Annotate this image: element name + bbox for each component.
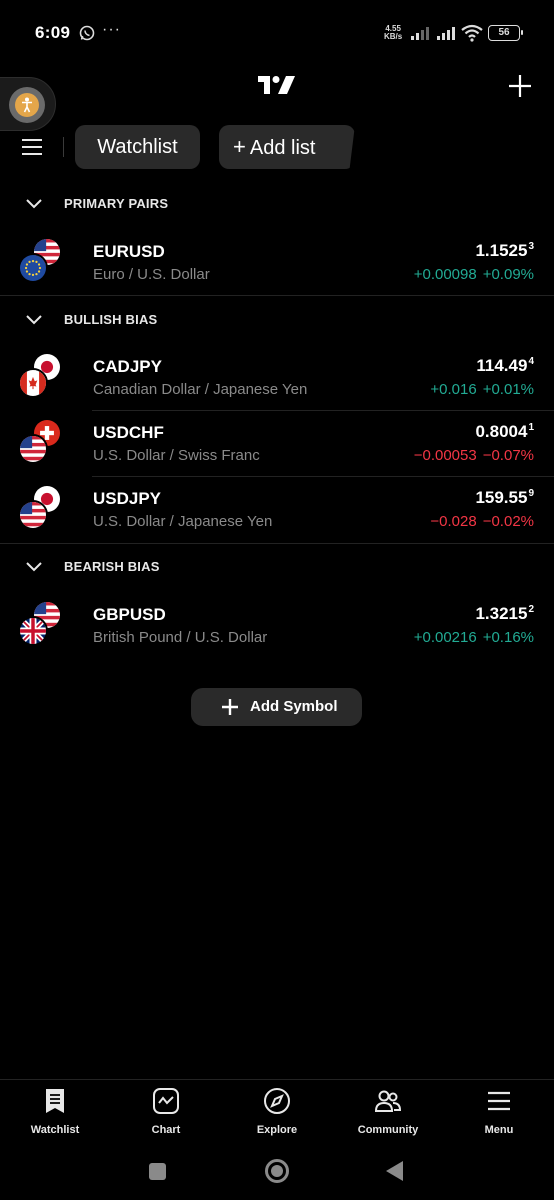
home-icon[interactable] xyxy=(265,1159,289,1183)
symbol-change: −0.00053 −0.07% xyxy=(413,447,534,464)
symbol-row-usdjpy[interactable]: USDJPY U.S. Dollar / Japanese Yen 159.55… xyxy=(0,480,554,546)
symbol-description: British Pound / U.S. Dollar xyxy=(93,629,268,646)
notification-dots: ··· xyxy=(102,21,121,38)
nav-menu[interactable]: Menu xyxy=(444,1080,554,1152)
chart-icon xyxy=(153,1088,179,1114)
menu-icon xyxy=(488,1091,510,1111)
status-time: 6:09 xyxy=(35,23,71,42)
signal-icon xyxy=(411,27,429,40)
symbol-price: 114.494 xyxy=(476,356,534,375)
community-icon xyxy=(374,1090,402,1112)
add-symbol-button[interactable]: Add Symbol xyxy=(191,688,362,726)
net-speed: 4.55 KB/s xyxy=(384,25,402,41)
recents-icon[interactable] xyxy=(149,1163,166,1180)
nav-label: Watchlist xyxy=(30,1124,80,1136)
nav-label: Menu xyxy=(484,1124,514,1136)
nav-label: Explore xyxy=(256,1124,298,1136)
section-title: PRIMARY PAIRS xyxy=(64,196,169,211)
header-divider xyxy=(63,137,64,157)
eu-flag-icon xyxy=(18,253,48,283)
symbol-row-gbpusd[interactable]: GBPUSD British Pound / U.S. Dollar 1.321… xyxy=(0,596,554,662)
status-bar: 6:09 ··· 4.55 KB/s 56 xyxy=(0,0,554,66)
back-icon[interactable] xyxy=(386,1161,403,1181)
symbol-change: +0.016 +0.01% xyxy=(430,381,534,398)
add-list-label: Add list xyxy=(249,137,316,159)
symbol-ticker: CADJPY xyxy=(93,357,162,376)
symbol-change: +0.00216 +0.16% xyxy=(413,629,534,646)
whatsapp-icon xyxy=(79,25,95,41)
section-header-bullish-bias[interactable]: BULLISH BIAS xyxy=(0,306,554,336)
bottom-nav: Watchlist Chart Explore Community Menu xyxy=(0,1079,554,1151)
section-divider xyxy=(0,543,554,544)
hamburger-menu-icon[interactable] xyxy=(20,137,44,157)
us-flag-icon xyxy=(18,500,48,530)
add-list-button[interactable]: + Add list xyxy=(219,125,355,169)
chevron-down-icon xyxy=(26,562,42,572)
net-speed-unit: KB/s xyxy=(384,32,403,41)
chevron-down-icon xyxy=(26,199,42,209)
add-icon[interactable] xyxy=(508,74,532,98)
symbol-description: Euro / U.S. Dollar xyxy=(93,266,210,283)
symbol-ticker: EURUSD xyxy=(93,242,165,261)
row-divider xyxy=(92,476,554,477)
section-title: BULLISH BIAS xyxy=(64,312,158,327)
nav-explore[interactable]: Explore xyxy=(222,1080,332,1152)
symbol-ticker: USDJPY xyxy=(93,489,162,508)
symbol-price: 159.559 xyxy=(475,488,534,507)
accessibility-bubble[interactable] xyxy=(0,77,56,131)
watchlist-icon xyxy=(46,1089,64,1113)
symbol-change: −0.028 −0.02% xyxy=(430,513,534,530)
accessibility-icon xyxy=(15,93,39,117)
tradingview-logo xyxy=(258,76,295,94)
symbol-description: U.S. Dollar / Swiss Franc xyxy=(93,447,260,464)
system-nav-bar xyxy=(0,1151,554,1200)
symbol-price: 1.15253 xyxy=(475,241,534,260)
nav-label: Chart xyxy=(151,1124,181,1136)
tab-watchlist[interactable]: Watchlist xyxy=(75,125,200,169)
nav-community[interactable]: Community xyxy=(333,1080,443,1152)
plus-icon: + xyxy=(233,134,246,159)
uk-flag-icon xyxy=(18,616,48,646)
symbol-description: Canadian Dollar / Japanese Yen xyxy=(93,381,308,398)
section-header-bearish-bias[interactable]: BEARISH BIAS xyxy=(0,553,554,583)
symbol-price: 0.80041 xyxy=(475,422,534,441)
symbol-price: 1.32152 xyxy=(475,604,534,623)
compass-icon xyxy=(264,1088,290,1114)
signal-icon xyxy=(437,27,455,40)
section-divider xyxy=(0,295,554,296)
symbol-change: +0.00098 +0.09% xyxy=(413,266,534,283)
section-header-primary-pairs[interactable]: PRIMARY PAIRS xyxy=(0,190,554,220)
add-symbol-label: Add Symbol xyxy=(250,698,338,715)
nav-label: Community xyxy=(357,1124,419,1136)
section-title: BEARISH BIAS xyxy=(64,559,160,574)
wifi-icon xyxy=(461,24,483,42)
battery-icon: 56 xyxy=(488,25,523,41)
plus-icon xyxy=(222,699,238,715)
symbol-row-cadjpy[interactable]: CADJPY Canadian Dollar / Japanese Yen 11… xyxy=(0,348,554,414)
nav-watchlist[interactable]: Watchlist xyxy=(0,1080,110,1152)
symbol-description: U.S. Dollar / Japanese Yen xyxy=(93,513,273,530)
us-flag-icon xyxy=(18,434,48,464)
symbol-row-eurusd[interactable]: EURUSD Euro / U.S. Dollar 1.15253 +0.000… xyxy=(0,233,554,299)
chevron-down-icon xyxy=(26,315,42,325)
symbol-ticker: GBPUSD xyxy=(93,605,166,624)
symbol-row-usdchf[interactable]: USDCHF U.S. Dollar / Swiss Franc 0.80041… xyxy=(0,414,554,480)
nav-chart[interactable]: Chart xyxy=(111,1080,221,1152)
ca-flag-icon xyxy=(18,368,48,398)
symbol-ticker: USDCHF xyxy=(93,423,164,442)
row-divider xyxy=(92,410,554,411)
